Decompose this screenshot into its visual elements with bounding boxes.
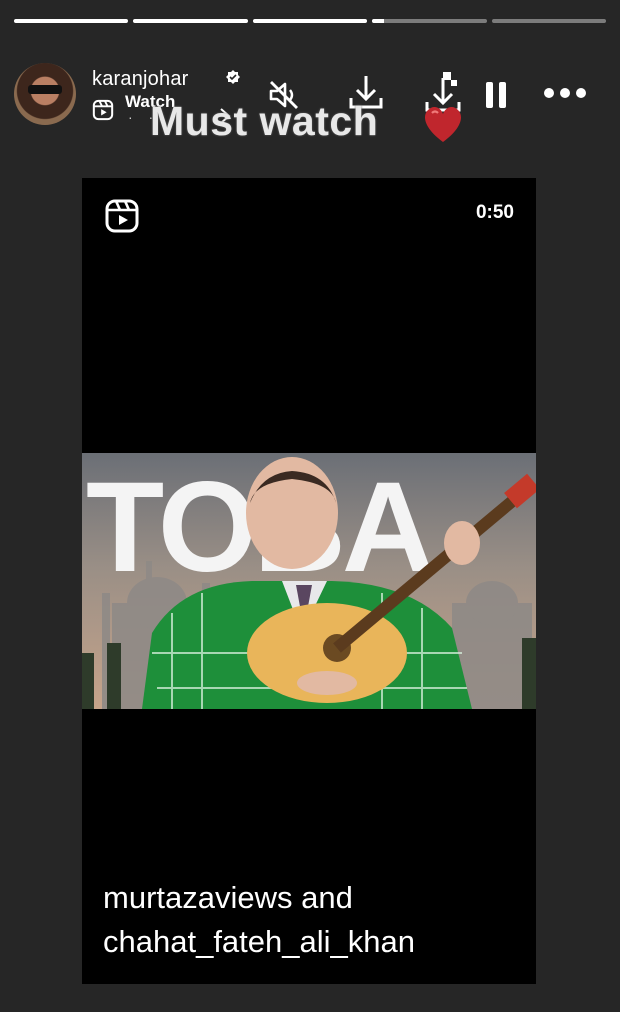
progress-segment — [372, 19, 487, 23]
progress-segment — [252, 19, 368, 23]
username[interactable]: karanjohar — [92, 68, 189, 91]
progress-fill — [372, 19, 384, 23]
reel-video[interactable]: 0:50 TOBA — [82, 178, 536, 984]
pause-icon — [486, 82, 506, 108]
progress-segment — [14, 19, 129, 23]
reel-icon — [92, 99, 114, 121]
progress-fill — [252, 19, 368, 23]
credits-line-1[interactable]: murtazaviews and — [103, 876, 415, 920]
progress-fill — [133, 19, 248, 23]
heart-emoji-icon — [424, 107, 462, 142]
progress-fill — [14, 19, 129, 23]
video-frame-image: TOBA — [82, 453, 536, 709]
story-caption: Must watch — [150, 98, 379, 144]
reel-icon — [105, 199, 139, 233]
more-options-button[interactable] — [540, 79, 590, 107]
more-icon — [544, 88, 586, 98]
credits-line-2[interactable]: chahat_fateh_ali_khan — [103, 920, 415, 964]
verified-icon — [226, 70, 240, 84]
progress-segment — [491, 19, 607, 23]
avatar[interactable] — [14, 63, 76, 125]
story-progress-bar — [14, 19, 607, 23]
reel-credits: murtazaviews and chahat_fateh_ali_khan — [103, 876, 415, 964]
pause-button[interactable] — [478, 75, 514, 115]
progress-segment — [133, 19, 248, 23]
video-duration: 0:50 — [475, 202, 514, 223]
